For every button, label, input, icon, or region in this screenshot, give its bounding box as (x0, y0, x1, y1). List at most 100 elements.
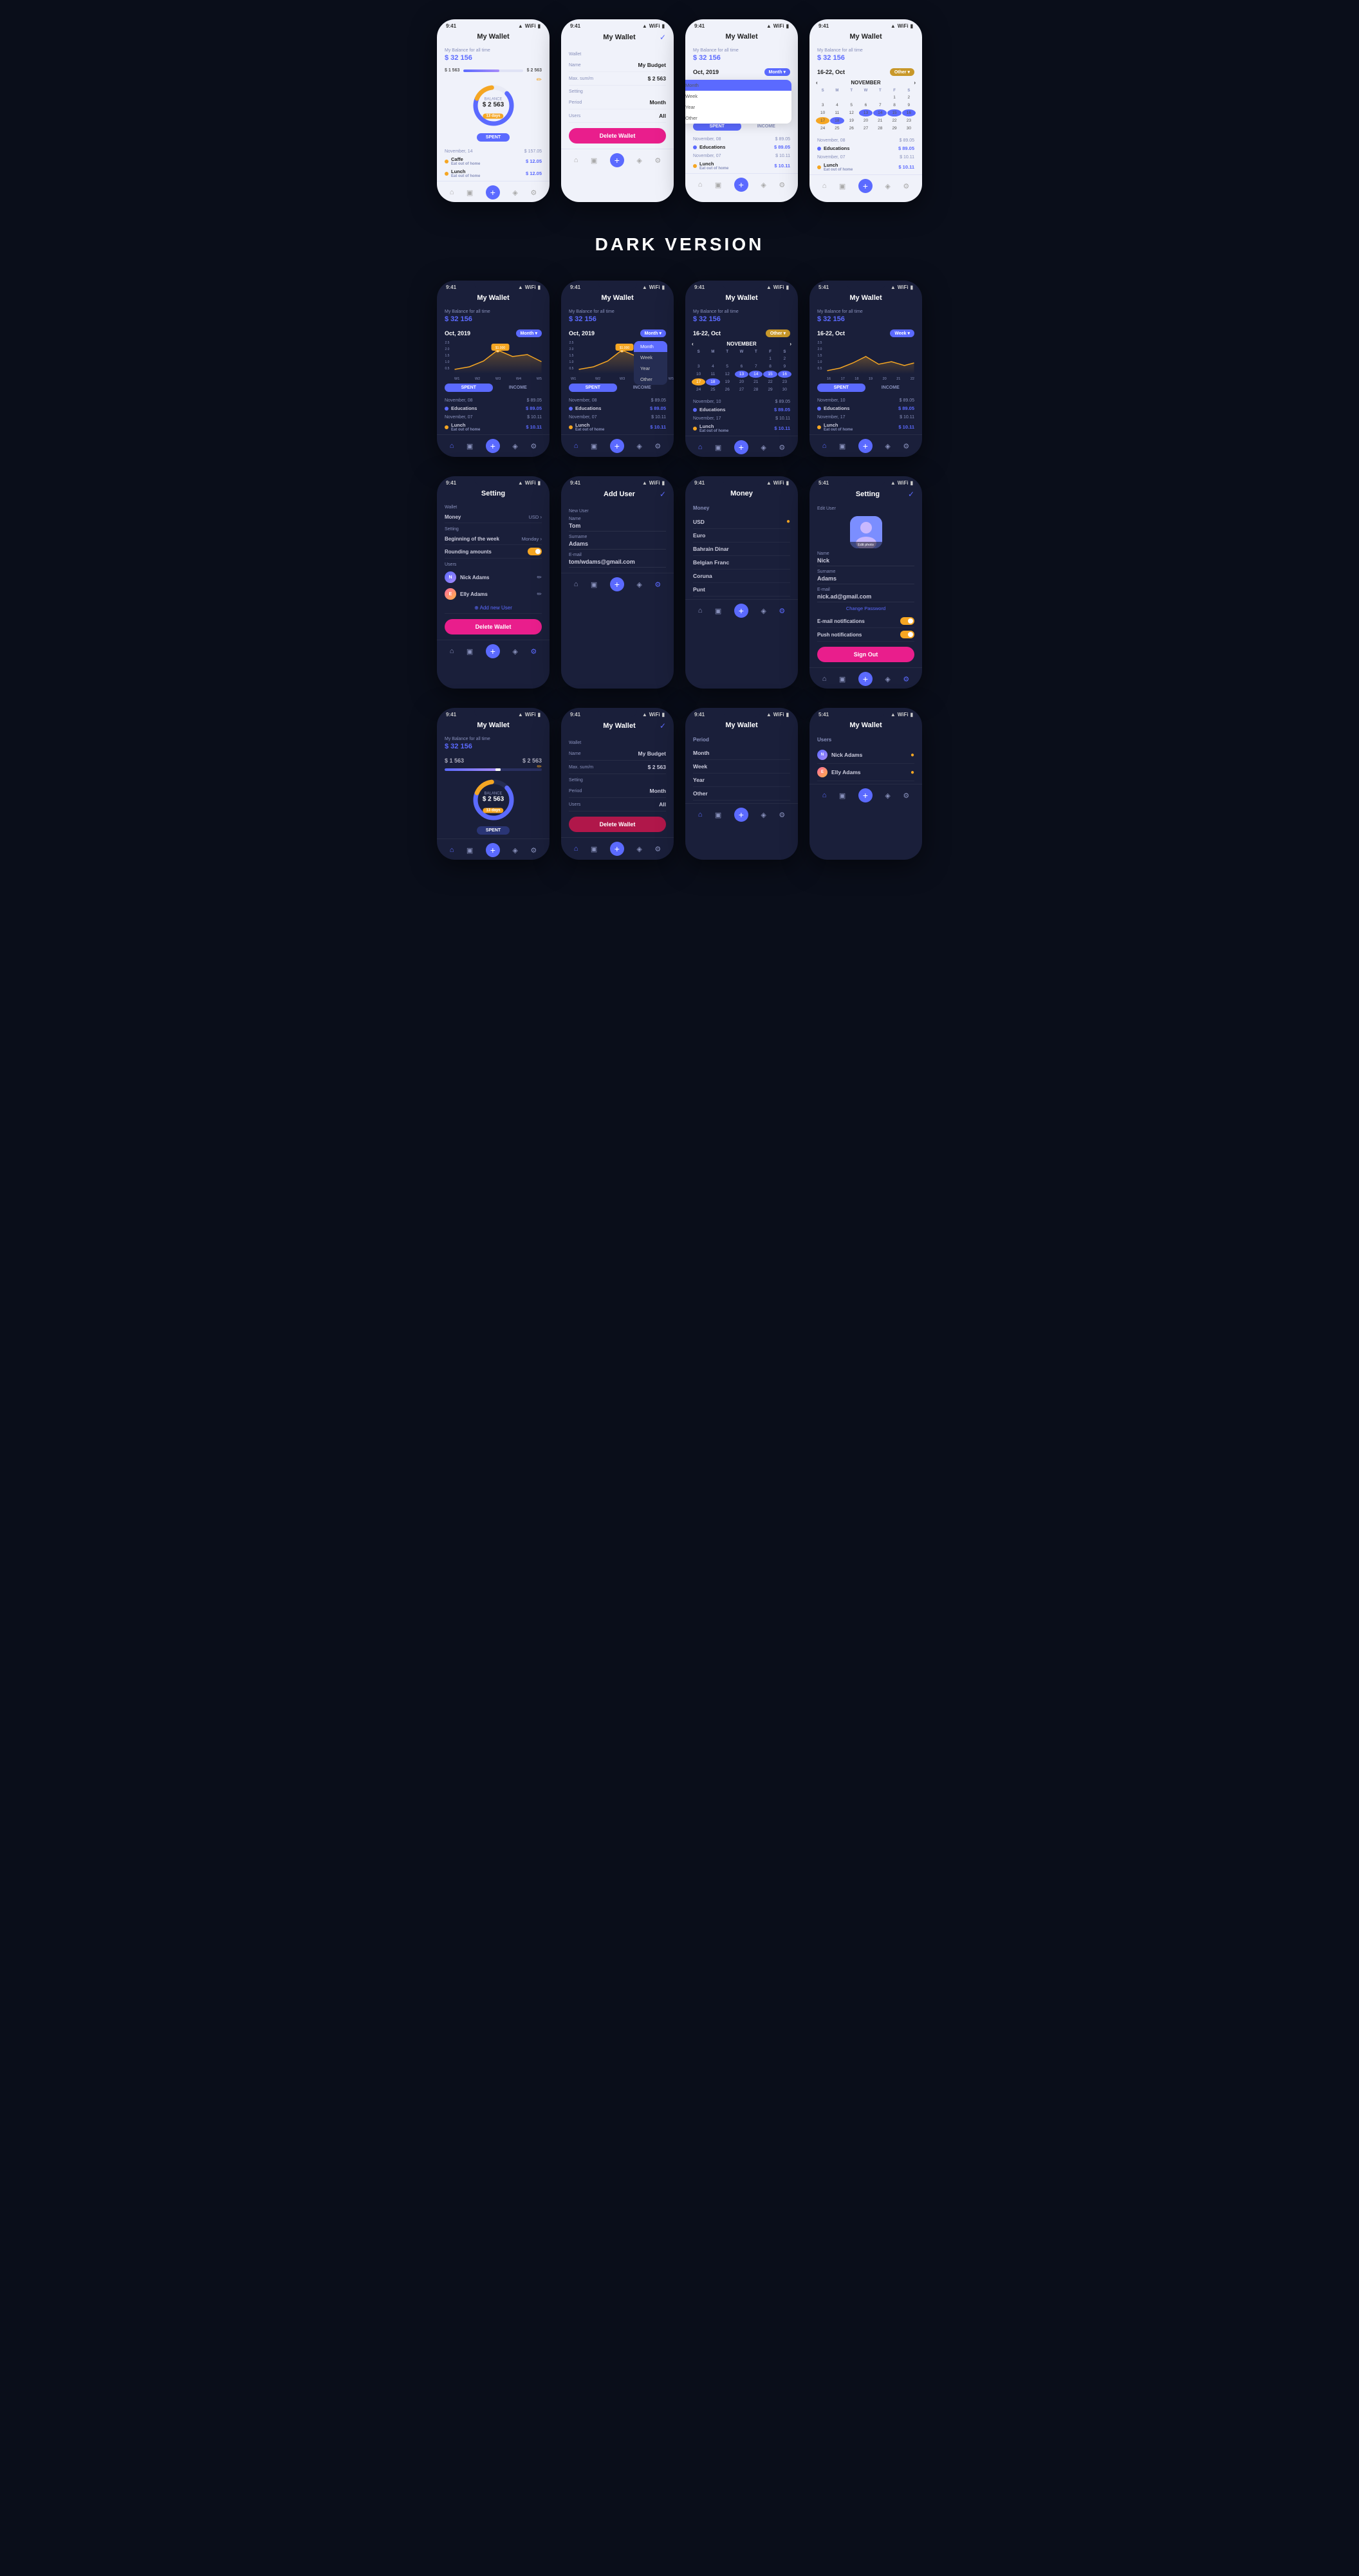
period-month[interactable]: Month (693, 746, 790, 760)
nav-plus[interactable]: + (734, 178, 748, 192)
tx-educations[interactable]: Educations $ 89.05 (445, 404, 542, 412)
nav-gear[interactable]: ⚙ (779, 181, 785, 189)
nav-plus[interactable]: + (486, 439, 500, 453)
delete-wallet-btn[interactable]: Delete Wallet (569, 128, 666, 144)
delete-wallet-btn[interactable]: Delete Wallet (569, 817, 666, 832)
tab-spent[interactable]: SPENT (569, 384, 617, 392)
tx-educations[interactable]: Educations $ 89.05 (817, 144, 914, 153)
period-btn-other[interactable]: Other ▾ (890, 68, 914, 76)
setting-email-notif[interactable]: E-mail notifications (817, 615, 914, 628)
nav-gear[interactable]: ⚙ (530, 442, 537, 450)
value-email[interactable]: nick.ad@gmail.com (817, 593, 914, 602)
setting-week[interactable]: Beginning of the week Monday› (445, 533, 542, 545)
tx-lunch[interactable]: LunchEat out of home $ 10.11 (693, 160, 790, 172)
nav-chart[interactable]: ◈ (761, 443, 766, 452)
nav-chart[interactable]: ◈ (636, 156, 642, 165)
field-maxsum[interactable]: Max. sum/m $ 2 563 (569, 72, 666, 86)
nav-gear[interactable]: ⚙ (654, 442, 661, 450)
currency-bahrain[interactable]: Bahrain Dinar (693, 542, 790, 556)
header-check[interactable]: ✓ (660, 490, 666, 499)
nav-chart[interactable]: ◈ (885, 675, 890, 683)
nav-chart[interactable]: ◈ (512, 189, 517, 197)
period-other[interactable]: Other (693, 787, 790, 801)
cal-next[interactable]: › (790, 341, 791, 347)
value-email[interactable]: tom/wdams@gmail.com (569, 559, 666, 568)
nav-gear[interactable]: ⚙ (654, 845, 661, 853)
nav-home[interactable]: ⌂ (450, 189, 454, 196)
tx-lunch[interactable]: LunchEat out of home $ 10.11 (817, 161, 914, 173)
nav-home[interactable]: ⌂ (698, 181, 703, 189)
nav-home[interactable]: ⌂ (574, 845, 578, 853)
tx-lunch[interactable]: LunchEat out of home $ 10.11 (817, 421, 914, 433)
tx-lunch[interactable]: LunchEat out of home $ 10.11 (445, 421, 542, 433)
nav-gear[interactable]: ⚙ (903, 182, 909, 190)
nav-plus[interactable]: + (486, 644, 500, 658)
nav-plus[interactable]: + (858, 672, 873, 686)
user-elly[interactable]: E Elly Adams ✏ (445, 586, 542, 602)
nav-plus[interactable]: + (858, 788, 873, 802)
nav-wallet[interactable]: ▣ (467, 442, 473, 450)
nav-home[interactable]: ⌂ (822, 442, 827, 450)
cal-prev[interactable]: ‹ (692, 341, 694, 347)
nav-plus[interactable]: + (486, 843, 500, 857)
tx-educations[interactable]: Educations $ 89.05 (817, 404, 914, 412)
tab-spent[interactable]: SPENT (817, 384, 865, 392)
nav-gear[interactable]: ⚙ (779, 607, 785, 615)
setting-push-notif[interactable]: Push notifications (817, 628, 914, 642)
nav-gear[interactable]: ⚙ (903, 442, 909, 450)
nav-chart[interactable]: ◈ (512, 647, 517, 656)
nav-chart[interactable]: ◈ (885, 442, 890, 450)
nav-plus[interactable]: + (610, 439, 624, 453)
nav-home[interactable]: ⌂ (698, 811, 703, 819)
nav-plus[interactable]: + (610, 153, 624, 167)
nav-chart[interactable]: ◈ (761, 811, 766, 819)
nav-gear[interactable]: ⚙ (654, 580, 661, 589)
nav-home[interactable]: ⌂ (822, 182, 827, 190)
value-name[interactable]: Nick (817, 557, 914, 566)
currency-coruna[interactable]: Coruna (693, 570, 790, 583)
nav-chart[interactable]: ◈ (636, 845, 642, 853)
nav-chart[interactable]: ◈ (885, 182, 890, 190)
nav-wallet[interactable]: ▣ (591, 442, 597, 450)
pdo-month[interactable]: Month (634, 341, 667, 352)
pdo-month[interactable]: Month (685, 80, 791, 91)
nav-plus[interactable]: + (610, 577, 624, 591)
nav-chart[interactable]: ◈ (761, 607, 766, 615)
nav-home[interactable]: ⌂ (822, 675, 827, 683)
tx-educations[interactable]: Educations $ 89.05 (693, 405, 790, 414)
currency-euro[interactable]: Euro (693, 529, 790, 542)
nav-plus[interactable]: + (734, 808, 748, 822)
cal-next[interactable]: › (914, 80, 916, 86)
pdo-other[interactable]: Other (685, 113, 791, 124)
nav-home[interactable]: ⌂ (574, 580, 578, 588)
edit-photo-label[interactable]: Edit photo (850, 542, 882, 548)
period-btn[interactable]: Other ▾ (766, 329, 790, 337)
nav-home[interactable]: ⌂ (822, 792, 827, 799)
nav-home[interactable]: ⌂ (698, 607, 703, 615)
currency-punt[interactable]: Punt (693, 583, 790, 597)
pdo-year[interactable]: Year (685, 102, 791, 113)
nav-home[interactable]: ⌂ (574, 156, 578, 164)
toggle-rounding[interactable] (528, 548, 542, 555)
tx-educations[interactable]: Educations $ 89.05 (693, 143, 790, 151)
pdo-other[interactable]: Other (634, 374, 667, 385)
field-period[interactable]: Period Month (569, 784, 666, 798)
toggle-email[interactable] (900, 617, 914, 625)
nav-gear[interactable]: ⚙ (530, 189, 537, 197)
nav-gear[interactable]: ⚙ (779, 811, 785, 819)
nav-wallet[interactable]: ▣ (591, 845, 597, 853)
period-dropdown[interactable]: Month Week Year Other (685, 80, 791, 124)
nav-wallet[interactable]: ▣ (467, 846, 473, 855)
tx-educations[interactable]: Educations $ 89.05 (569, 404, 666, 412)
tab-spent[interactable]: SPENT (445, 384, 493, 392)
nav-gear[interactable]: ⚙ (779, 443, 785, 452)
field-name[interactable]: Name My Budget (569, 747, 666, 761)
user-nick[interactable]: N Nick Adams ✏ (445, 569, 542, 586)
nav-plus[interactable]: + (734, 604, 748, 618)
period-btn[interactable]: Month ▾ (516, 329, 542, 337)
setting-rounding[interactable]: Rounding amounts (445, 545, 542, 559)
nav-wallet[interactable]: ▣ (839, 675, 846, 683)
nav-plus[interactable]: + (486, 185, 500, 199)
currency-usd[interactable]: USD ● (693, 515, 790, 529)
tx-lunch[interactable]: LunchEat out of home $ 10.11 (569, 421, 666, 433)
